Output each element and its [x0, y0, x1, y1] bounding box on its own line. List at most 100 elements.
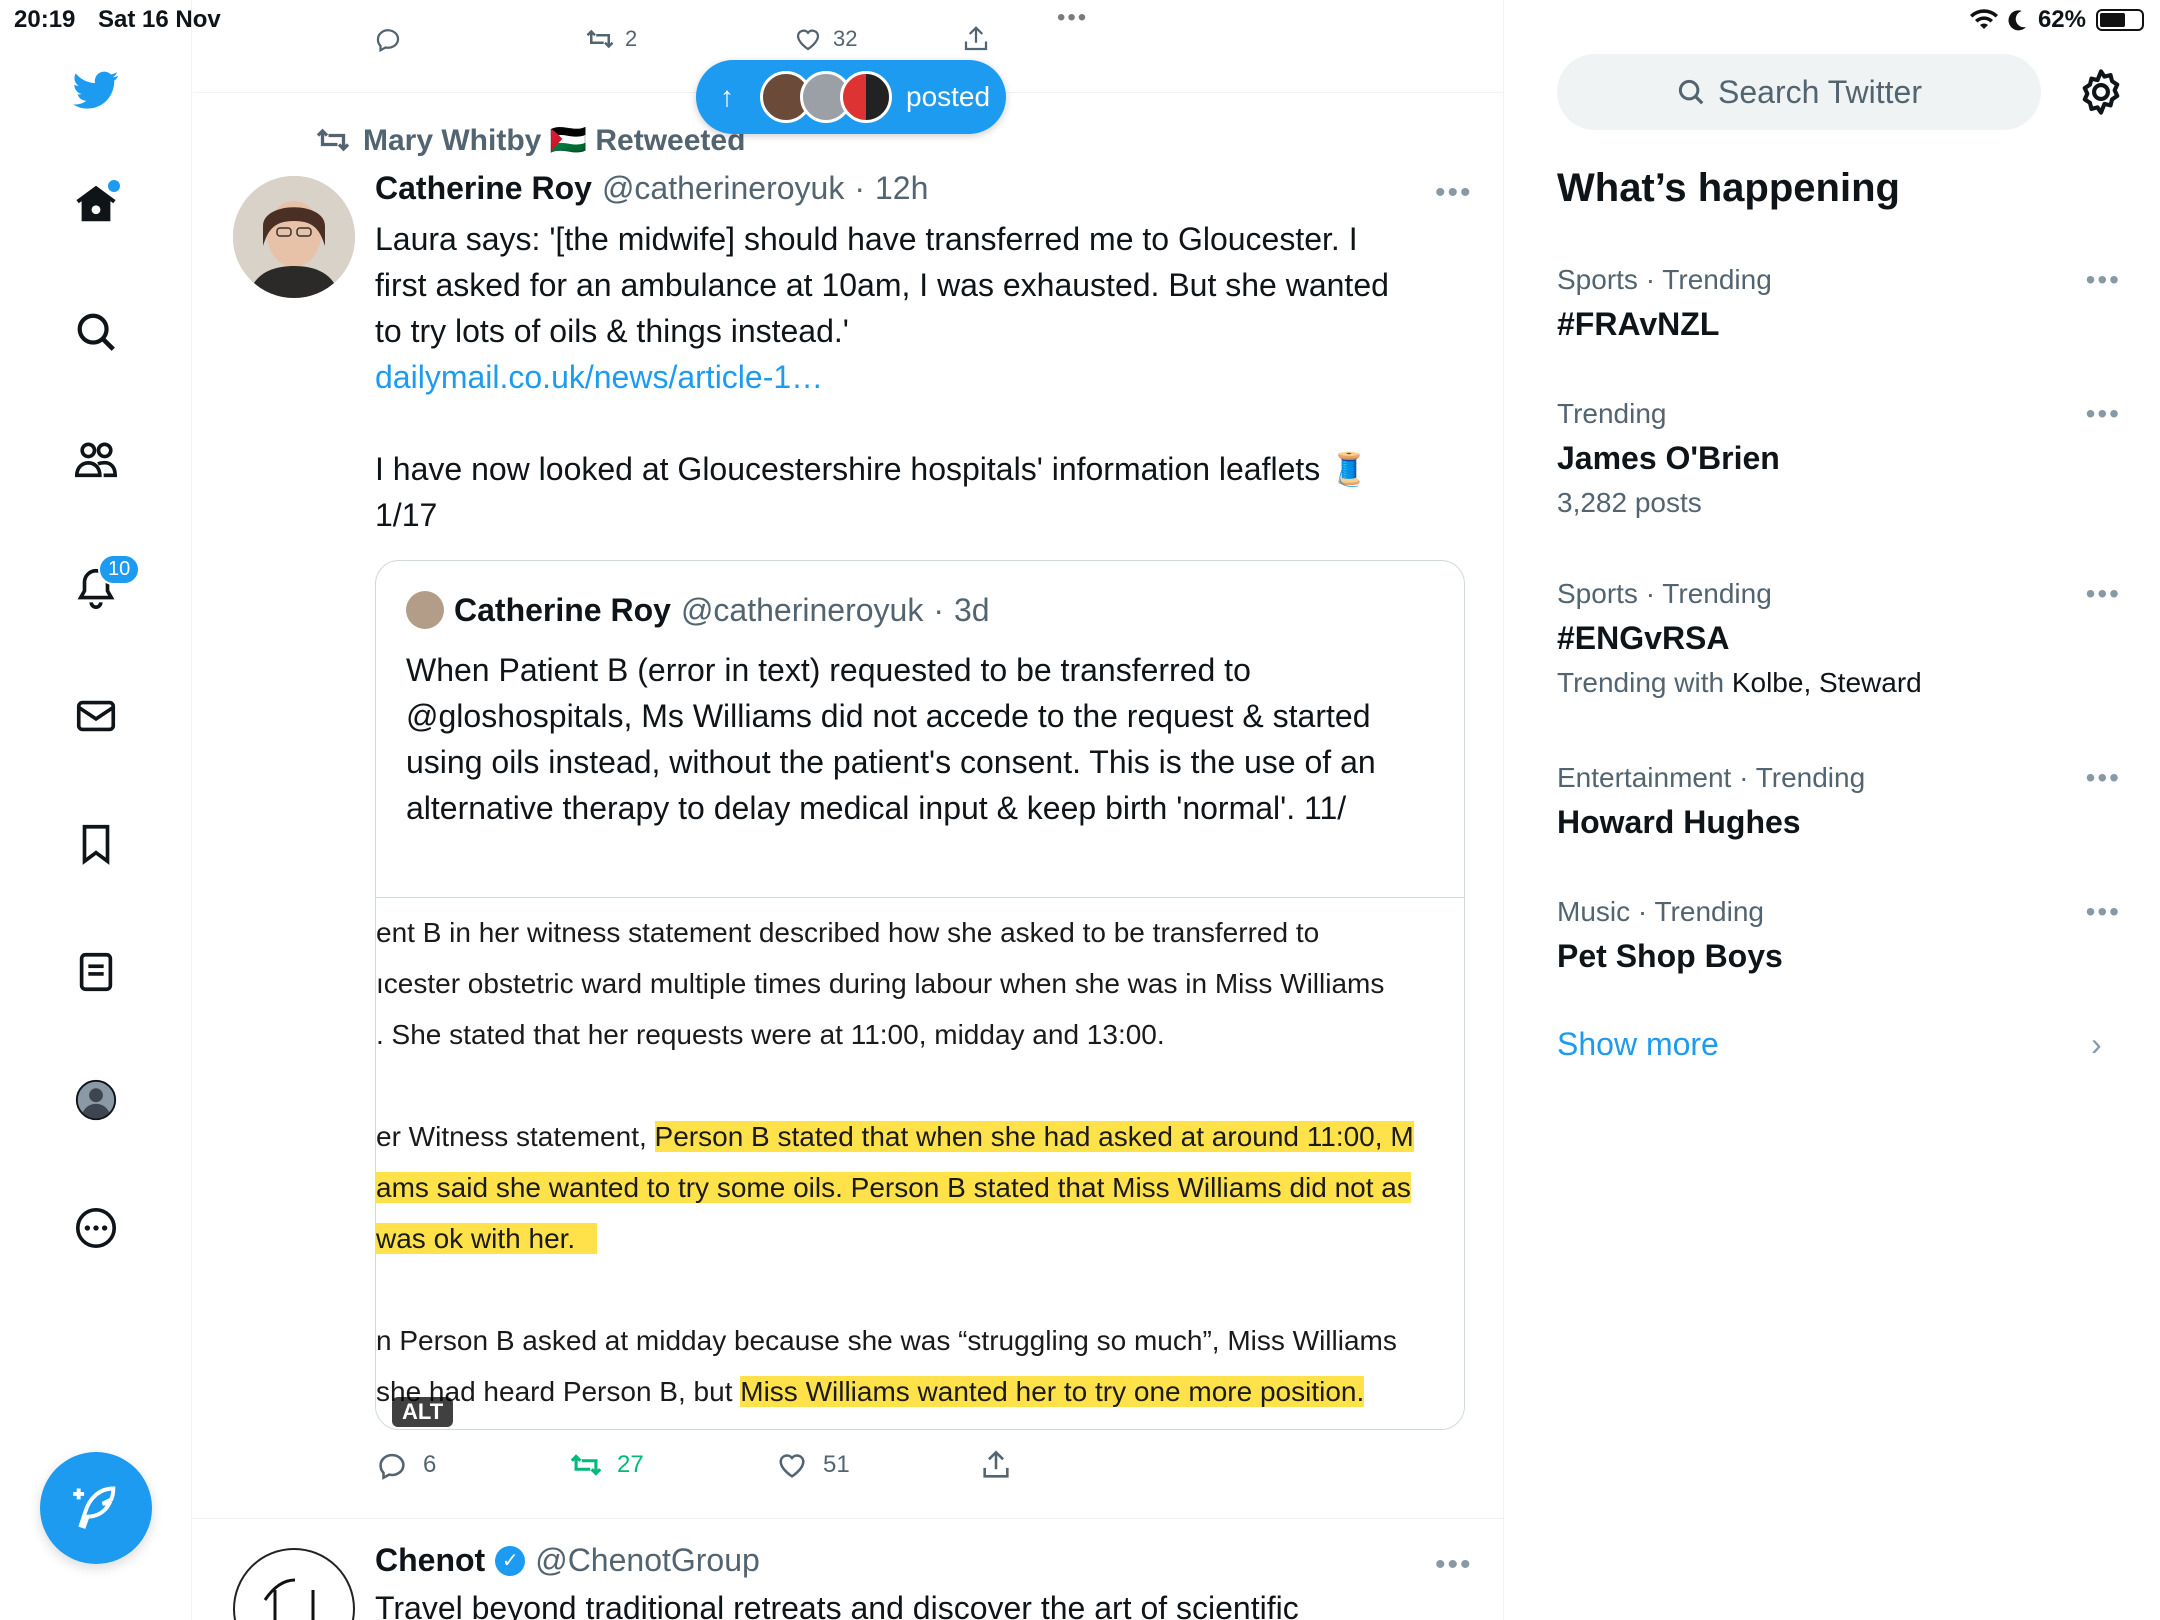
retweeted-by-line[interactable]: Mary Whitby 🇵🇸 Retweeted — [315, 122, 745, 158]
trend-category: Trending — [1557, 398, 1667, 429]
status-date: Sat 16 Nov — [98, 6, 221, 33]
status-right: 62% — [1969, 6, 2144, 34]
tweet-text-line: Laura says: '[the midwife] should have t… — [375, 221, 1358, 257]
whats-happening-heading: What’s happening — [1557, 166, 1900, 210]
avatar — [840, 71, 892, 123]
trend-title: #FRAvNZL — [1557, 306, 1720, 342]
more-circle-icon[interactable] — [70, 1202, 122, 1254]
trend-category: Sports · Trending — [1557, 578, 1772, 609]
image-text-line: ıcester obstetric ward multiple times du… — [376, 968, 1385, 999]
multitasking-dots[interactable]: ••• — [1057, 4, 1088, 32]
quoted-tweet[interactable]: Catherine Roy @catherineroyuk · 3d When … — [375, 560, 1465, 1430]
trend-post-count: 3,282 posts — [1557, 487, 1702, 518]
messages-envelope-icon[interactable] — [70, 690, 122, 742]
compose-feather-icon — [73, 1486, 116, 1529]
share-button[interactable] — [979, 1448, 1013, 1482]
trend-more-icon[interactable]: ••• — [2086, 398, 2121, 430]
trend-title: James O'Brien — [1557, 440, 1780, 476]
timeline: 2 32 ↑ posted Mary Whitby 🇵🇸 Retweeted C… — [193, 0, 1504, 1620]
trend-title: #ENGvRSA — [1557, 620, 1730, 656]
image-text-line: ams said she wanted to try some oils. Pe… — [376, 1172, 1411, 1203]
image-text-line: was ok with her. — [376, 1216, 598, 1262]
home-icon[interactable] — [70, 178, 122, 230]
share-icon — [983, 1450, 1009, 1478]
trend-more-icon[interactable]: ••• — [2086, 896, 2121, 928]
notifications-bell-icon[interactable]: 10 — [70, 554, 141, 614]
image-text-line: she had heard Person B, but Miss William… — [376, 1376, 1365, 1407]
separator: · — [933, 591, 944, 628]
separator: · — [854, 170, 865, 206]
author-name[interactable]: Catherine Roy — [375, 170, 592, 207]
wifi-icon — [1969, 9, 1998, 29]
retweet-count: 27 — [617, 1451, 644, 1478]
trend-title: Howard Hughes — [1557, 804, 1801, 840]
status-time: 20:19 — [14, 6, 76, 33]
trend-item[interactable]: Trending James O'Brien 3,282 posts ••• — [1557, 398, 2119, 519]
trend-item[interactable]: Music · Trending Pet Shop Boys ••• — [1557, 896, 2119, 975]
bookmarks-icon[interactable] — [70, 818, 122, 870]
verified-badge-icon: ✓ — [495, 1545, 526, 1576]
trend-more-icon[interactable]: ••• — [2086, 264, 2121, 296]
like-heart-icon — [779, 1454, 805, 1478]
chenot-avatar[interactable] — [233, 1548, 355, 1620]
notifications-badge: 10 — [98, 554, 141, 585]
search-placeholder: Search Twitter — [1718, 73, 1922, 110]
like-button[interactable]: 51 — [775, 1448, 850, 1482]
trend-category: Sports · Trending — [1557, 264, 1772, 295]
retweet-icon — [316, 128, 350, 152]
retweet-icon — [570, 1454, 602, 1476]
screen: 20:19 Sat 16 Nov ••• 62% 10 2 32 ↑ poste… — [0, 0, 2160, 1620]
author-handle[interactable]: @catherineroyuk — [602, 170, 844, 207]
trend-more-icon[interactable]: ••• — [2086, 578, 2121, 610]
trend-item[interactable]: Sports · Trending #FRAvNZL ••• — [1557, 264, 2119, 343]
tweet-actions: 6 27 51 — [375, 1448, 1275, 1488]
battery-icon — [2096, 9, 2144, 31]
quote-header: Catherine Roy @catherineroyuk · 3d — [406, 591, 990, 629]
quote-text: When Patient B (error in text) requested… — [406, 652, 1376, 826]
quote-image[interactable]: ent B in her witness statement described… — [376, 897, 1464, 1429]
quote-author-handle: @catherineroyuk — [680, 591, 924, 628]
trend-category: Entertainment · Trending — [1557, 762, 1866, 793]
trend-more-icon[interactable]: ••• — [2086, 762, 2121, 794]
tweet-text-line: 1/17 — [375, 497, 438, 533]
tweet-text-line: I have now looked at Gloucestershire hos… — [375, 451, 1370, 487]
image-text-line: er Witness statement, Person B stated th… — [376, 1121, 1414, 1152]
show-more-link[interactable]: Show more — [1557, 1026, 1719, 1063]
tweet-header: Catherine Roy @catherineroyuk · 12h — [375, 170, 928, 207]
gear-icon[interactable] — [2075, 66, 2127, 118]
next-author-name[interactable]: Chenot — [375, 1542, 485, 1579]
search-icon — [1678, 79, 1704, 105]
tweet-more-icon[interactable]: ••• — [1435, 176, 1473, 210]
reply-button[interactable]: 6 — [375, 1448, 436, 1482]
pill-avatars — [746, 71, 892, 123]
like-count: 51 — [823, 1451, 850, 1478]
communities-icon[interactable] — [70, 434, 122, 486]
author-avatar[interactable] — [233, 176, 355, 298]
tweet-text-line: to try lots of oils & things instead.' — [375, 313, 849, 349]
next-tweet-text: Travel beyond traditional retreats and d… — [375, 1590, 1299, 1620]
home-new-dot — [108, 180, 120, 192]
next-author-handle[interactable]: @ChenotGroup — [535, 1542, 760, 1579]
moon-icon — [2008, 10, 2026, 31]
compose-tweet-button[interactable] — [40, 1452, 152, 1564]
trend-with: Trending with Kolbe, Steward — [1557, 667, 1922, 698]
chevron-right-icon[interactable]: › — [2091, 1026, 2102, 1063]
image-text-line: . She stated that her requests were at 1… — [376, 1019, 1165, 1050]
search-input[interactable]: Search Twitter — [1557, 54, 2041, 130]
twitter-logo-icon[interactable] — [70, 64, 122, 116]
trend-item[interactable]: Entertainment · Trending Howard Hughes •… — [1557, 762, 2119, 841]
lists-icon[interactable] — [70, 946, 122, 998]
tweet-link[interactable]: dailymail.co.uk/news/article-1… — [375, 354, 1465, 400]
tweet-time[interactable]: 12h — [875, 170, 928, 207]
trend-item[interactable]: Sports · Trending #ENGvRSA Trending with… — [1557, 578, 2119, 699]
alt-badge[interactable]: ALT — [392, 1397, 454, 1427]
profile-avatar-icon[interactable] — [70, 1074, 122, 1126]
new-posts-pill[interactable]: ↑ posted — [696, 60, 1006, 134]
tweet-text: Laura says: '[the midwife] should have t… — [375, 216, 1465, 538]
image-text-line: n Person B asked at midday because she w… — [376, 1325, 1397, 1356]
retweet-button[interactable]: 27 — [569, 1448, 644, 1482]
trend-title: Pet Shop Boys — [1557, 938, 1783, 974]
left-nav: 10 — [0, 0, 192, 1620]
explore-search-icon[interactable] — [70, 306, 122, 358]
next-tweet-more-icon[interactable]: ••• — [1435, 1548, 1473, 1582]
